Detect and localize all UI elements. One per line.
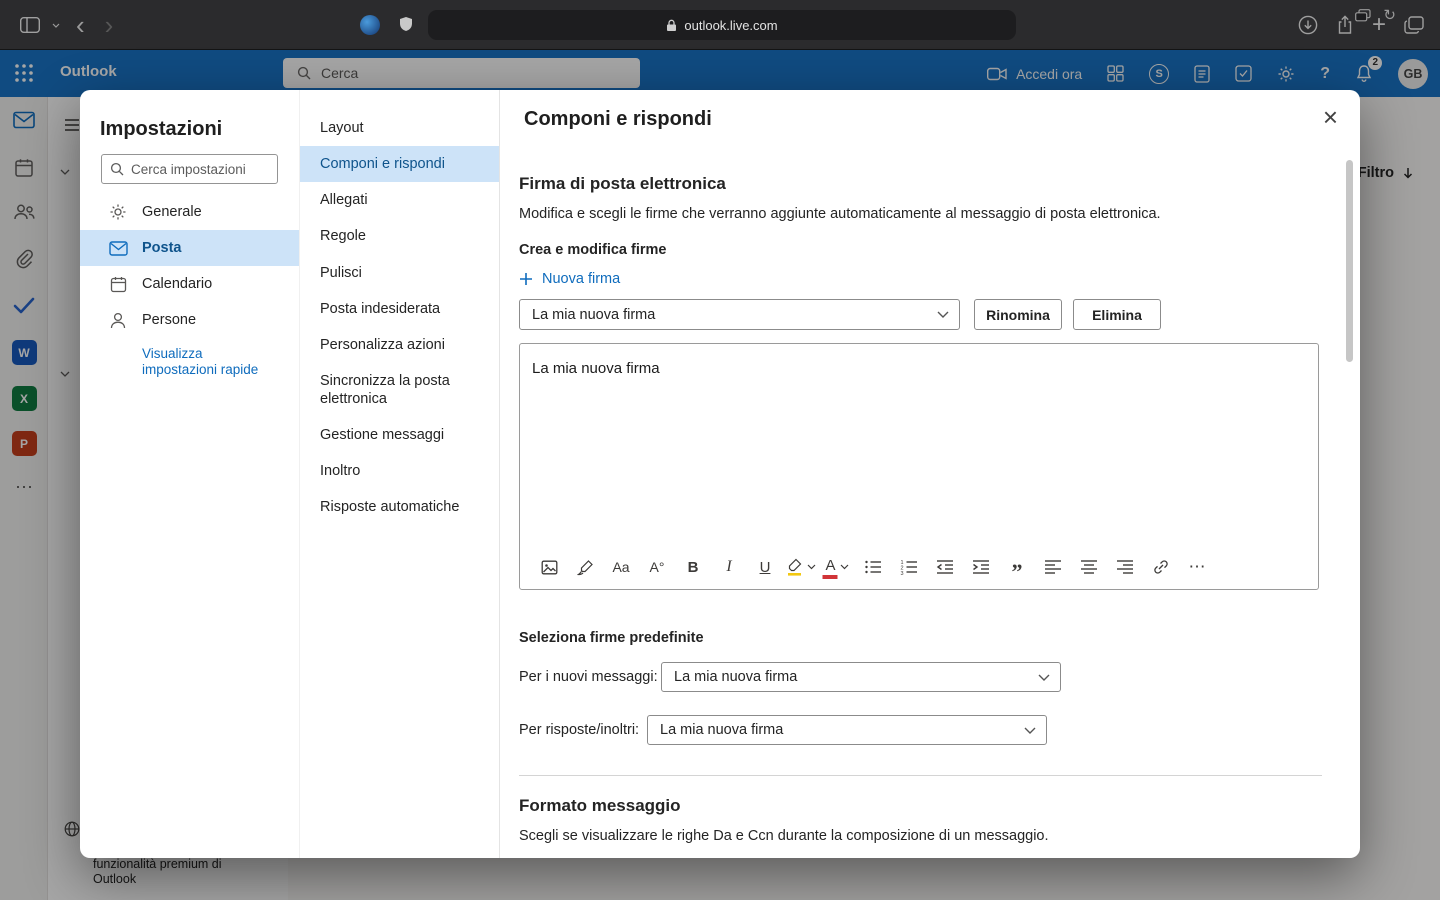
section-regole[interactable]: Regole <box>300 218 499 254</box>
shield-icon[interactable] <box>399 16 413 32</box>
new-messages-value: La mia nuova firma <box>674 669 797 685</box>
signature-description: Modifica e scegli le firme che verranno … <box>519 206 1324 222</box>
search-icon <box>110 162 124 176</box>
svg-text:3: 3 <box>901 571 904 575</box>
category-label: Persone <box>142 312 196 328</box>
create-signatures-heading: Crea e modifica firme <box>519 242 1324 258</box>
settings-sections: Layout Componi e rispondi Allegati Regol… <box>300 90 500 858</box>
scrollbar[interactable] <box>1346 160 1353 362</box>
section-sincronizza-posta[interactable]: Sincronizza la posta elettronica <box>300 363 499 417</box>
new-signature-label: Nuova firma <box>542 271 620 287</box>
section-allegati[interactable]: Allegati <box>300 182 499 218</box>
replies-select[interactable]: La mia nuova firma <box>647 715 1047 745</box>
browser-chrome: ‹ › outlook.live.com ↻ + <box>0 0 1440 50</box>
settings-category-posta[interactable]: Posta <box>80 230 299 266</box>
format-heading: Formato messaggio <box>519 796 1324 816</box>
section-pulisci[interactable]: Pulisci <box>300 255 499 291</box>
settings-category-generale[interactable]: Generale <box>80 194 299 230</box>
align-right-icon[interactable] <box>1110 553 1140 581</box>
signature-select-value: La mia nuova firma <box>532 307 655 323</box>
section-divider <box>519 775 1322 776</box>
underline-icon[interactable]: U <box>750 553 780 581</box>
section-risposte-automatiche[interactable]: Risposte automatiche <box>300 489 499 525</box>
new-messages-select[interactable]: La mia nuova firma <box>661 662 1061 692</box>
address-bar[interactable]: outlook.live.com <box>428 10 1016 40</box>
settings-search[interactable] <box>101 154 278 184</box>
font-size-icon[interactable]: A° <box>642 553 672 581</box>
back-button[interactable]: ‹ <box>72 12 89 38</box>
tab-overview-icon[interactable] <box>1404 16 1424 34</box>
editor-toolbar: Aa A° B I U A <box>534 553 1218 581</box>
settings-dialog: Impostazioni Generale <box>80 90 1360 858</box>
downloads-icon[interactable] <box>1298 15 1318 35</box>
signature-heading: Firma di posta elettronica <box>519 174 1324 194</box>
url-text: outlook.live.com <box>684 18 777 33</box>
settings-title: Impostazioni <box>100 118 299 144</box>
section-posta-indesiderata[interactable]: Posta indesiderata <box>300 291 499 327</box>
chevron-down-icon <box>1024 727 1036 734</box>
numbered-list-icon[interactable]: 123 <box>894 553 924 581</box>
signature-editor[interactable]: La mia nuova firma Aa A° B I U <box>519 343 1319 590</box>
bold-icon[interactable]: B <box>678 553 708 581</box>
new-messages-label: Per i nuovi messaggi: <box>519 669 661 685</box>
format-description: Scegli se visualizzare le righe Da e Ccn… <box>519 828 1324 844</box>
font-icon[interactable]: Aa <box>606 553 636 581</box>
person-icon <box>108 312 128 329</box>
align-left-icon[interactable] <box>1038 553 1068 581</box>
settings-category-persone[interactable]: Persone <box>80 302 299 338</box>
delete-button[interactable]: Elimina <box>1073 299 1161 330</box>
settings-search-input[interactable] <box>131 162 269 177</box>
new-signature-button[interactable]: Nuova firma <box>519 271 620 287</box>
section-componi-e-rispondi[interactable]: Componi e rispondi <box>300 146 499 182</box>
section-inoltro[interactable]: Inoltro <box>300 453 499 489</box>
forward-button[interactable]: › <box>101 12 118 38</box>
chevron-down-icon <box>1038 674 1050 681</box>
new-tab-button[interactable]: + <box>1372 13 1386 37</box>
chevron-down-icon[interactable] <box>52 23 60 28</box>
more-formatting-icon[interactable]: ⋯ <box>1182 553 1212 581</box>
calendar-icon <box>108 276 128 293</box>
settings-category-calendario[interactable]: Calendario <box>80 266 299 302</box>
section-personalizza-azioni[interactable]: Personalizza azioni <box>300 327 499 363</box>
replies-label: Per risposte/inoltri: <box>519 722 647 738</box>
settings-sidebar: Impostazioni Generale <box>80 90 300 858</box>
outdent-icon[interactable] <box>930 553 960 581</box>
format-painter-icon[interactable] <box>570 553 600 581</box>
highlight-color-icon[interactable] <box>786 553 816 581</box>
plus-icon <box>519 272 533 286</box>
chevron-down-icon <box>937 311 949 318</box>
gear-icon <box>108 203 128 221</box>
section-gestione-messaggi[interactable]: Gestione messaggi <box>300 417 499 453</box>
italic-icon[interactable]: I <box>714 553 744 581</box>
screen: ‹ › outlook.live.com ↻ + <box>0 0 1440 900</box>
insert-image-icon[interactable] <box>534 553 564 581</box>
panel-title: Componi e rispondi <box>524 108 712 131</box>
settings-content: Componi e rispondi × Firma di posta elet… <box>500 90 1360 858</box>
link-icon[interactable] <box>1146 553 1176 581</box>
close-icon[interactable]: × <box>1323 104 1338 130</box>
extension-icon[interactable] <box>360 15 380 35</box>
section-layout[interactable]: Layout <box>300 110 499 146</box>
category-label: Calendario <box>142 276 212 292</box>
align-center-icon[interactable] <box>1074 553 1104 581</box>
signature-select[interactable]: La mia nuova firma <box>519 299 960 330</box>
category-label: Posta <box>142 240 182 256</box>
replies-value: La mia nuova firma <box>660 722 783 738</box>
bullet-list-icon[interactable] <box>858 553 888 581</box>
settings-categories: Generale Posta Calendario <box>80 194 299 338</box>
rename-button[interactable]: Rinomina <box>974 299 1062 330</box>
share-icon[interactable] <box>1336 15 1354 35</box>
signature-editor-text[interactable]: La mia nuova firma <box>520 344 1318 393</box>
default-signatures-heading: Seleziona firme predefinite <box>519 630 1324 646</box>
quick-settings-link[interactable]: Visualizza impostazioni rapide <box>142 346 274 378</box>
mail-icon <box>108 241 128 256</box>
sidebar-toggle-icon[interactable] <box>20 17 40 33</box>
category-label: Generale <box>142 204 202 220</box>
font-color-icon[interactable]: A <box>822 553 852 581</box>
quote-icon[interactable]: ” <box>1002 553 1032 581</box>
lock-icon <box>666 19 677 32</box>
indent-icon[interactable] <box>966 553 996 581</box>
